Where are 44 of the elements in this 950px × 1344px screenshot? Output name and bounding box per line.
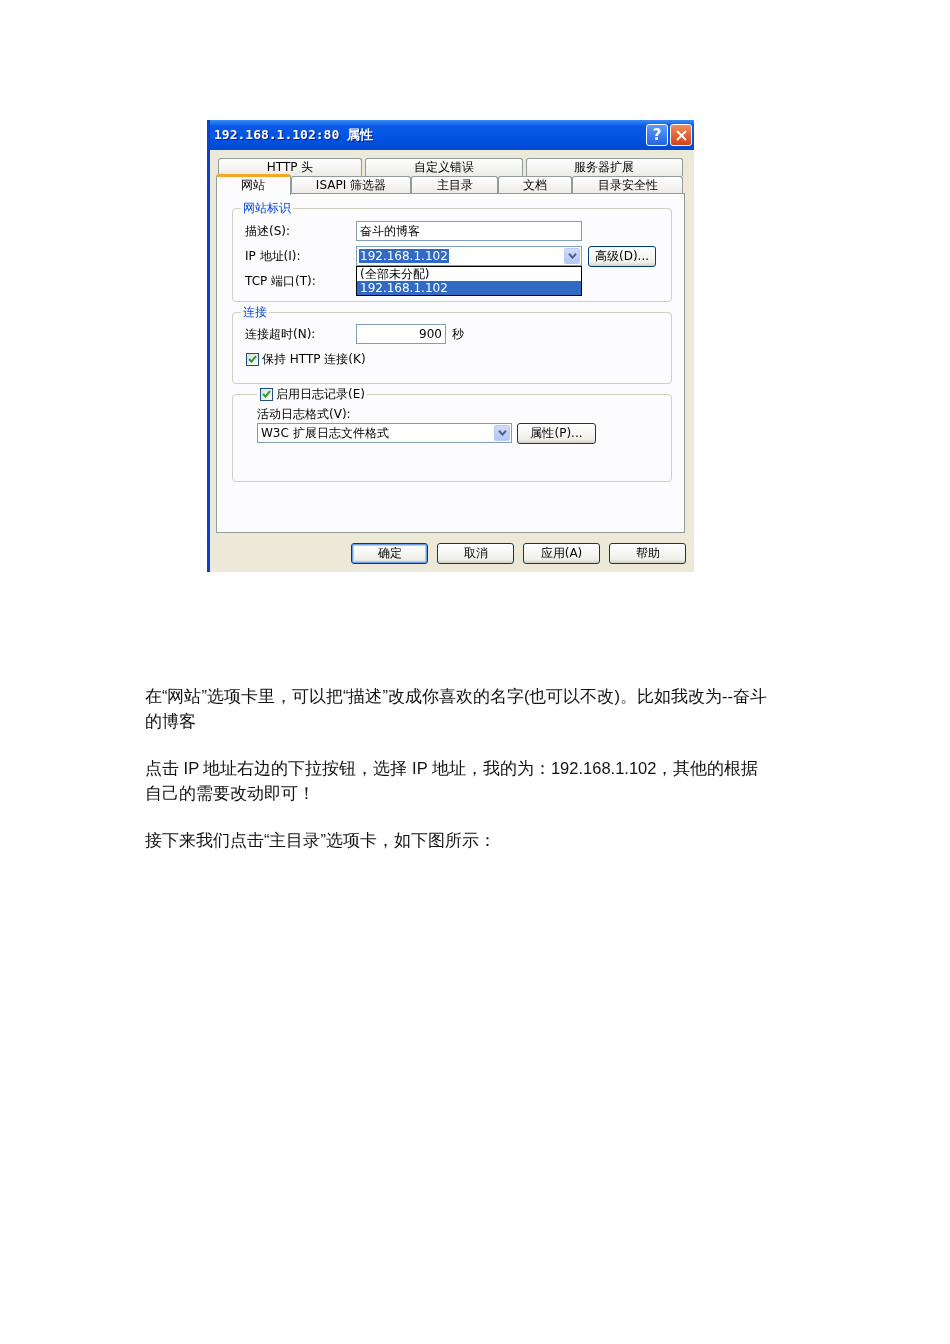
tab[interactable]: 服务器扩展: [525, 158, 683, 176]
dropdown-option[interactable]: 192.168.1.102: [357, 281, 581, 295]
tab[interactable]: ISAPI 筛选器: [290, 176, 412, 194]
dialog-button[interactable]: 应用(A): [523, 543, 600, 564]
dialog-button[interactable]: 确定: [351, 543, 428, 564]
checkbox[interactable]: [246, 352, 259, 366]
tab[interactable]: 主目录: [411, 176, 498, 194]
field-label: TCP 端口(T):: [245, 273, 317, 290]
unit-label: 秒: [452, 326, 464, 343]
text-field[interactable]: 900: [356, 324, 446, 344]
close-icon: [675, 129, 687, 141]
group-title: 连接: [242, 305, 268, 319]
field-label: 描述(S):: [245, 223, 292, 240]
checkmark-icon: [248, 355, 257, 363]
tab[interactable]: 网站: [216, 174, 291, 195]
dialog-button[interactable]: 取消: [437, 543, 514, 564]
tab[interactable]: 目录安全性: [572, 176, 683, 194]
checkbox-label[interactable]: 启用日志记录(E): [276, 387, 365, 401]
group-title: 网站标识: [242, 201, 292, 215]
checkmark-icon: [262, 390, 271, 398]
combobox[interactable]: 192.168.1.102: [356, 246, 582, 266]
window-title: 192.168.1.102:80 属性: [214, 126, 374, 145]
field-label: IP 地址(I):: [245, 248, 302, 265]
dropdown-button[interactable]: [564, 248, 580, 264]
properties-button[interactable]: 属性(P)...: [517, 422, 596, 444]
paragraph: 接下来我们点击“主目录”选项卡，如下图所示：: [145, 830, 497, 851]
close-button[interactable]: [670, 124, 692, 146]
field-label: 活动日志格式(V):: [257, 406, 352, 421]
dialog-button[interactable]: 帮助: [609, 543, 686, 564]
paragraph: 在“网站”选项卡里，可以把“描述”改成你喜欢的名字(也可以不改)。比如我改为--奋斗的博客: [145, 686, 768, 732]
text-field[interactable]: 奋斗的博客: [356, 221, 582, 241]
advanced-button[interactable]: 高级(D)...: [588, 245, 657, 267]
tab[interactable]: 文档: [497, 176, 573, 194]
tab[interactable]: HTTP 头: [218, 158, 362, 176]
checkbox-label[interactable]: 保持 HTTP 连接(K): [262, 350, 366, 368]
chevron-down-icon: [497, 430, 507, 436]
tab[interactable]: 自定义错误: [365, 158, 523, 176]
chevron-down-icon: [567, 253, 577, 259]
paragraph: 点击 IP 地址右边的下拉按钮，选择 IP 地址，我的为：192.168.1.102，其他的根据自己的需要改动即可！: [145, 758, 760, 804]
field-label: 连接超时(N):: [245, 326, 317, 343]
combobox[interactable]: W3C 扩展日志文件格式: [257, 423, 512, 443]
dropdown-button[interactable]: [494, 425, 510, 441]
dropdown-option[interactable]: (全部未分配): [357, 267, 581, 281]
checkbox[interactable]: [260, 387, 273, 401]
